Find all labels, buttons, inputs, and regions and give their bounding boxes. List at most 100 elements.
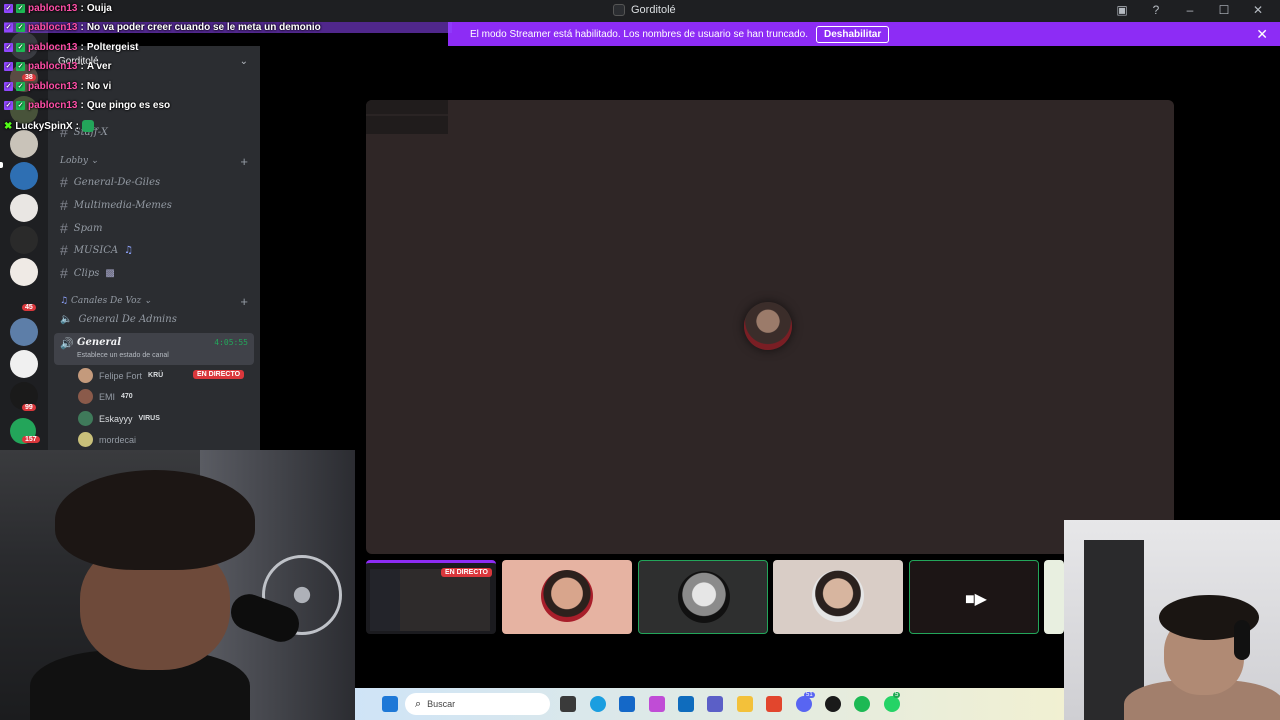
teams-icon[interactable]	[707, 696, 723, 712]
voice-stage[interactable]	[366, 100, 1174, 554]
add-channel-icon[interactable]: +	[240, 154, 248, 169]
server-icon[interactable]	[10, 194, 38, 222]
category-lobby[interactable]: Lobby ⌄	[60, 156, 98, 166]
chat-username: pablocn13	[28, 81, 78, 92]
channel-multimedia-memes[interactable]: # Multimedia-Memes	[60, 197, 172, 213]
chat-message: ✓ ✓ pablocn13 : Poltergeist	[4, 42, 139, 53]
chat-separator: :	[75, 120, 79, 132]
avatar	[812, 570, 864, 622]
voice-member[interactable]: mordecai	[78, 432, 136, 447]
film-icon: ▩	[105, 267, 115, 279]
voice-channel-admins[interactable]: 🔈 General De Admins	[60, 314, 177, 325]
category-label: Lobby	[60, 156, 89, 166]
participant-tile[interactable]	[638, 560, 768, 634]
unread-badge: 38	[22, 74, 36, 81]
hash-icon: #	[60, 265, 68, 281]
copilot-icon[interactable]	[649, 696, 665, 712]
help-icon[interactable]: ?	[1148, 3, 1164, 17]
sub-badge-icon: ✓	[16, 4, 25, 13]
participant-tile[interactable]: ■▶	[909, 560, 1039, 634]
server-icon[interactable]	[10, 350, 38, 378]
unread-pip	[0, 162, 3, 168]
category-voice[interactable]: ♫ Canales De Voz ⌄	[60, 296, 152, 306]
disable-streamer-button[interactable]: Deshabilitar	[815, 25, 890, 43]
chat-message: ✓ ✓ pablocn13 : A ver	[4, 61, 111, 72]
speaker-avatar[interactable]	[744, 302, 792, 350]
edge-icon[interactable]	[590, 696, 606, 712]
server-icon[interactable]	[10, 162, 38, 190]
window-controls: ▣ ? – ☐ ✕	[1114, 3, 1266, 17]
voice-member[interactable]: Felipe Fort KRÜ	[78, 368, 163, 383]
member-name: Felipe Fort	[99, 370, 143, 381]
music-note-icon: ♫	[60, 296, 69, 306]
close-window-icon[interactable]: ✕	[1250, 3, 1266, 17]
avatar	[78, 432, 93, 447]
server-logo-icon	[613, 4, 625, 16]
voice-member[interactable]: Eskayyy VIRUS	[78, 411, 160, 426]
server-icon[interactable]	[10, 226, 38, 254]
windows-start-icon[interactable]	[382, 696, 398, 712]
participant-tile[interactable]	[1044, 560, 1064, 634]
maximize-icon[interactable]: ☐	[1216, 3, 1232, 17]
mod-badge-icon: ✓	[4, 82, 13, 91]
chat-separator: :	[80, 42, 84, 53]
member-tag: KRÜ	[148, 372, 164, 379]
server-icon[interactable]	[10, 318, 38, 346]
live-badge: EN DIRECTO	[440, 568, 492, 577]
sub-badge-icon: ✓	[16, 23, 25, 32]
task-view-icon[interactable]	[560, 696, 576, 712]
discord-icon[interactable]	[796, 696, 812, 712]
chat-message: ✓ ✓ pablocn13 : Ouija	[4, 3, 112, 14]
webcam-overlay-left	[0, 450, 355, 720]
chevron-down-icon[interactable]: ⌄	[240, 56, 248, 67]
chat-message: ✖ LuckySpinX :	[4, 120, 94, 132]
channel-musica[interactable]: # MUSICA ♫	[60, 242, 133, 258]
member-name: EMI	[99, 391, 116, 402]
channel-clips[interactable]: # Clips ▩	[60, 265, 115, 281]
sub-badge-icon: ✓	[16, 62, 25, 71]
banner-message: El modo Streamer está habilitado. Los no…	[470, 28, 808, 40]
avatar	[78, 411, 93, 426]
hash-icon: #	[60, 242, 68, 258]
hash-icon: #	[60, 220, 68, 236]
voice-member[interactable]: EMI 470	[78, 389, 133, 404]
taskbar-search[interactable]: ⌕ Buscar	[405, 693, 550, 715]
channel-general-de-giles[interactable]: # General-De-Giles	[60, 174, 160, 190]
member-name: Eskayyy	[99, 413, 133, 424]
webcam-overlay-right	[1064, 520, 1280, 720]
hash-icon: #	[60, 197, 68, 213]
server-icon[interactable]	[10, 130, 38, 158]
add-channel-icon[interactable]: +	[240, 294, 248, 309]
channel-label: MUSICA	[73, 244, 119, 256]
obs-icon[interactable]	[825, 696, 841, 712]
channel-label: Multimedia-Memes	[73, 199, 172, 211]
server-icon[interactable]	[10, 258, 38, 286]
avatar	[678, 571, 730, 623]
voice-channel-general[interactable]: 🔊 General 4:05:55 Establece un estado de…	[54, 333, 254, 365]
brave-icon[interactable]	[766, 696, 782, 712]
chat-username: pablocn13	[28, 22, 78, 33]
category-label: Canales De Voz	[70, 296, 142, 306]
minimize-icon[interactable]: –	[1182, 3, 1198, 17]
stream-preview-sidebar	[370, 569, 400, 631]
close-banner-icon[interactable]: ✕	[1256, 26, 1268, 43]
chat-text: No va poder creer cuando se le meta un d…	[86, 22, 321, 33]
spotify-icon[interactable]	[854, 696, 870, 712]
inbox-icon[interactable]: ▣	[1114, 3, 1130, 17]
participant-tile[interactable]	[502, 560, 632, 634]
channel-spam[interactable]: # Spam	[60, 220, 103, 236]
window-titlebar: Gorditolé ▣ ? – ☐ ✕	[0, 0, 1280, 22]
store-icon[interactable]	[619, 696, 635, 712]
whatsapp-icon[interactable]	[884, 696, 900, 712]
channel-status[interactable]: Establece un estado de canal	[77, 352, 169, 359]
channel-label: Clips	[73, 267, 100, 279]
chat-message: ✓ ✓ pablocn13 : No vi	[4, 81, 111, 92]
outlook-icon[interactable]	[678, 696, 694, 712]
file-explorer-icon[interactable]	[737, 696, 753, 712]
participant-tile-stream[interactable]: EN DIRECTO	[366, 560, 496, 634]
participant-tile[interactable]	[773, 560, 903, 634]
window-title-text: Gorditolé	[631, 4, 676, 16]
chat-username: pablocn13	[28, 42, 78, 53]
video-camera-icon: ■▶	[965, 591, 987, 608]
chat-text: Que pingo es eso	[86, 100, 171, 111]
